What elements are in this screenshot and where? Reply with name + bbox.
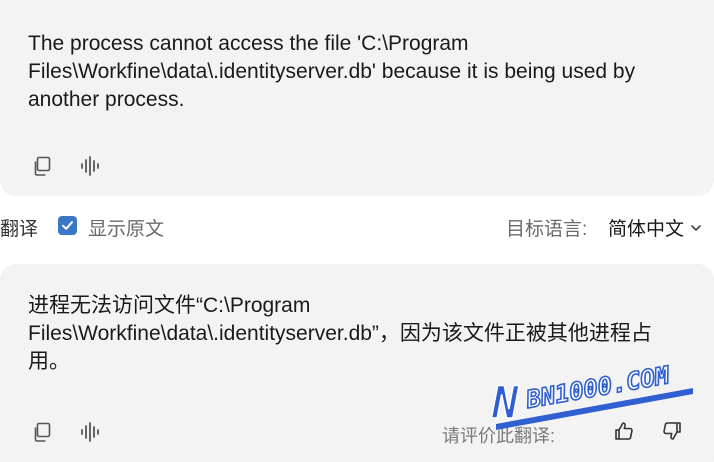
target-language-label: 目标语言:: [506, 219, 588, 240]
copy-icon: [34, 156, 51, 176]
source-text-card: The process cannot access the file 'C:\P…: [0, 0, 714, 196]
translation-result-card: 进程无法访问文件“C:\Program Files\Workfine\data\…: [0, 264, 714, 462]
chevron-down-icon: [691, 224, 701, 231]
thumbs-up-button[interactable]: [612, 419, 636, 443]
sound-wave-icon: [81, 156, 99, 176]
read-aloud-source-button[interactable]: [78, 154, 102, 178]
copy-source-button[interactable]: [30, 154, 54, 178]
target-language-value: 简体中文: [608, 219, 685, 240]
source-text[interactable]: The process cannot access the file 'C:\P…: [28, 30, 674, 114]
thumbs-up-icon: [615, 422, 633, 440]
show-original-label[interactable]: 显示原文: [88, 214, 164, 241]
show-original-checkbox[interactable]: [58, 216, 77, 235]
target-language-select[interactable]: 简体中文: [608, 214, 702, 241]
thumbs-down-icon: [663, 422, 681, 440]
checkmark-icon: [62, 221, 73, 230]
translation-options-bar: 翻译 显示原文 目标语言: 简体中文: [0, 208, 714, 244]
copy-icon: [34, 422, 51, 442]
translation-panel: The process cannot access the file 'C:\P…: [0, 0, 714, 462]
copy-translation-button[interactable]: [30, 420, 54, 444]
translated-text[interactable]: 进程无法访问文件“C:\Program Files\Workfine\data\…: [28, 292, 674, 376]
sound-wave-icon: [81, 422, 99, 442]
read-aloud-translation-button[interactable]: [78, 420, 102, 444]
thumbs-down-button[interactable]: [660, 419, 684, 443]
section-title: 翻译: [0, 219, 39, 240]
rate-translation-label: 请评价此翻译:: [442, 426, 556, 446]
